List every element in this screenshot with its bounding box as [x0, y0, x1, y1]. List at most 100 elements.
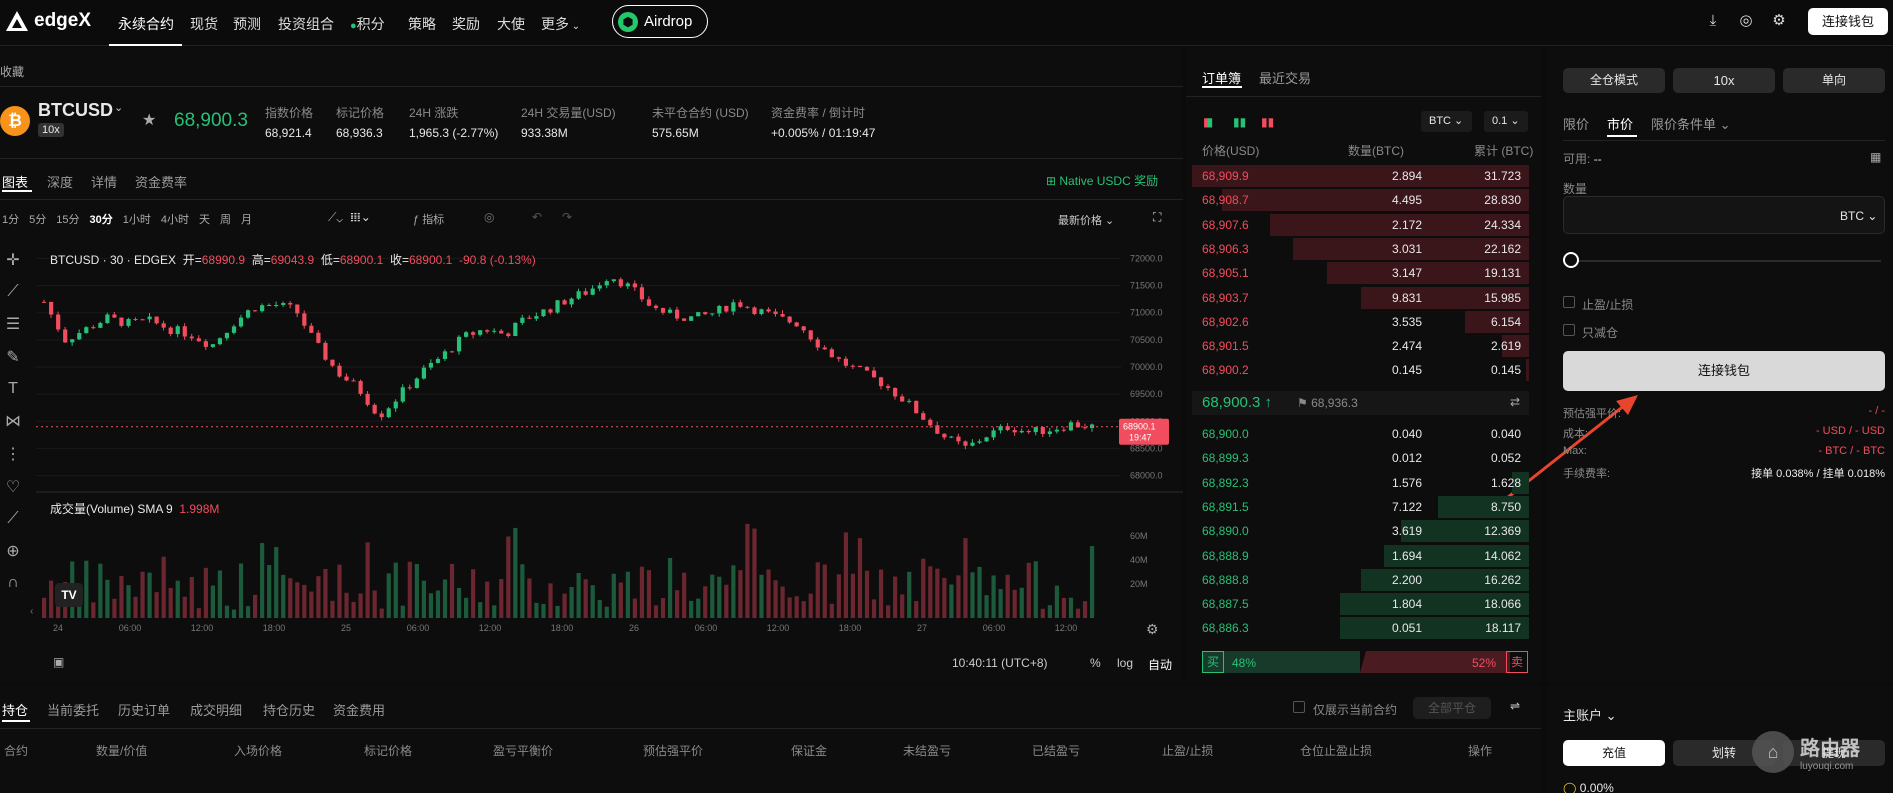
- view-both-icon[interactable]: ▮▮: [1203, 115, 1213, 129]
- connect-wallet-top-button[interactable]: 连接钱包: [1808, 8, 1888, 35]
- position-tab-5[interactable]: 资金费用: [333, 700, 385, 719]
- deposit-button[interactable]: 充值: [1563, 740, 1665, 766]
- timeframe-8[interactable]: 月: [241, 211, 252, 227]
- camera-icon[interactable]: ◎: [484, 210, 494, 224]
- account-selector[interactable]: 主账户 ⌄: [1563, 705, 1617, 724]
- fib-icon[interactable]: ☰: [6, 314, 20, 334]
- chevron-down-icon[interactable]: ⌄: [114, 101, 123, 114]
- qty-input[interactable]: [1563, 196, 1885, 234]
- nav-perpetual[interactable]: 永续合约: [118, 14, 174, 34]
- download-icon[interactable]: ⤓: [1704, 12, 1722, 30]
- ask-row[interactable]: 68,909.9 2.894 31.723: [1192, 164, 1529, 188]
- heart-icon[interactable]: ♡: [6, 477, 20, 497]
- percent-toggle[interactable]: %: [1090, 656, 1101, 670]
- bid-row[interactable]: 68,900.0 0.040 0.040: [1192, 422, 1529, 446]
- ask-row[interactable]: 68,905.1 3.147 19.131: [1192, 261, 1529, 285]
- ask-row[interactable]: 68,900.2 0.145 0.145: [1192, 358, 1529, 382]
- bid-row[interactable]: 68,888.9 1.694 14.062: [1192, 544, 1529, 568]
- favorites-label[interactable]: 收藏: [0, 63, 24, 80]
- ask-row[interactable]: 68,902.6 3.535 6.154: [1192, 310, 1529, 334]
- star-icon[interactable]: ★: [142, 110, 156, 130]
- timeframe-0[interactable]: 1分: [2, 211, 19, 227]
- only-current-checkbox[interactable]: [1293, 701, 1305, 713]
- qty-slider[interactable]: [1571, 260, 1881, 262]
- tab-orderbook[interactable]: 订单簿: [1202, 68, 1241, 87]
- connect-wallet-button[interactable]: 连接钱包: [1563, 351, 1885, 391]
- measure-icon[interactable]: ⋮: [5, 444, 21, 464]
- nav-strategy[interactable]: 策略: [408, 14, 436, 34]
- calculator-icon[interactable]: ▦: [1870, 150, 1881, 164]
- fullscreen-icon[interactable]: ⛶: [1153, 210, 1161, 225]
- position-tab-1[interactable]: 当前委托: [47, 700, 99, 719]
- pattern-icon[interactable]: ⋈: [5, 411, 21, 431]
- leverage-button[interactable]: 10x: [1673, 68, 1775, 93]
- symbol-selector[interactable]: BTCUSD: [38, 100, 113, 121]
- view-asks-icon[interactable]: ▮▮: [1261, 115, 1274, 129]
- bid-row[interactable]: 68,890.0 3.619 12.369: [1192, 519, 1529, 543]
- position-tab-4[interactable]: 持仓历史: [263, 700, 315, 719]
- timeframe-3[interactable]: 30分: [90, 211, 113, 227]
- bid-row[interactable]: 68,891.5 7.122 8.750: [1192, 495, 1529, 519]
- filter-icon[interactable]: ⇌: [1510, 699, 1520, 713]
- undo-icon[interactable]: ↶: [532, 210, 542, 224]
- timeframe-5[interactable]: 4小时: [161, 211, 189, 227]
- ask-row[interactable]: 68,903.7 9.831 15.985: [1192, 286, 1529, 310]
- log-toggle[interactable]: log: [1117, 656, 1133, 670]
- crosshair-icon[interactable]: ✛: [6, 250, 19, 270]
- timeframe-6[interactable]: 天: [199, 211, 210, 227]
- latest-price-select[interactable]: 最新价格 ⌄: [1058, 212, 1114, 228]
- tab-details[interactable]: 详情: [91, 172, 117, 191]
- ask-row[interactable]: 68,901.5 2.474 2.619: [1192, 334, 1529, 358]
- ask-row[interactable]: 68,906.3 3.031 22.162: [1192, 237, 1529, 261]
- bid-row[interactable]: 68,899.3 0.012 0.052: [1192, 446, 1529, 470]
- tab-recent-trades[interactable]: 最近交易: [1259, 68, 1311, 87]
- timeframe-2[interactable]: 15分: [56, 211, 79, 227]
- view-bids-icon[interactable]: ▮▮: [1233, 115, 1246, 129]
- collapse-arrow-icon[interactable]: ‹: [30, 606, 33, 617]
- slider-handle[interactable]: [1563, 252, 1579, 268]
- magnet-icon[interactable]: ∩: [7, 574, 19, 592]
- nav-ambassador[interactable]: 大使: [497, 14, 525, 34]
- bid-row[interactable]: 68,892.3 1.576 1.628: [1192, 471, 1529, 495]
- nav-rewards[interactable]: 奖励: [452, 14, 480, 34]
- order-type-conditional[interactable]: 限价条件单 ⌄: [1651, 114, 1731, 133]
- asset-select[interactable]: BTC ⌄: [1421, 111, 1472, 132]
- ask-row[interactable]: 68,907.6 2.172 24.334: [1192, 213, 1529, 237]
- stat-24h-volume[interactable]: 24H 交易量(USD) 933.38M: [521, 104, 616, 140]
- order-type-limit[interactable]: 限价: [1563, 114, 1589, 133]
- position-tab-0[interactable]: 持仓: [2, 700, 28, 719]
- nav-prediction[interactable]: 预测: [233, 14, 261, 34]
- indicators-button[interactable]: ƒ 指标: [413, 211, 444, 227]
- native-reward-link[interactable]: ⊞ Native USDC 奖励: [1046, 172, 1158, 189]
- chart-settings-icon[interactable]: ⚙: [1146, 621, 1159, 638]
- reduce-only-checkbox[interactable]: [1563, 324, 1575, 336]
- candle-type-icon[interactable]: 𝍖⌄: [350, 210, 371, 224]
- nav-portfolio[interactable]: 投资组合: [278, 14, 334, 34]
- globe-icon[interactable]: ◎: [1737, 12, 1755, 30]
- ruler-icon[interactable]: ⟋: [7, 510, 18, 528]
- timeframe-4[interactable]: 1小时: [123, 211, 151, 227]
- trend-line-icon[interactable]: ⟋: [7, 283, 18, 301]
- order-type-market[interactable]: 市价: [1607, 114, 1633, 133]
- redo-icon[interactable]: ↷: [562, 210, 572, 224]
- tradingview-logo[interactable]: TV: [55, 583, 83, 607]
- step-select[interactable]: 0.1 ⌄: [1484, 111, 1528, 132]
- calendar-icon[interactable]: ▣: [53, 655, 64, 669]
- price-chart[interactable]: 72000.0 71500.0 71000.0 70500.0 70000.0 69500…: [36, 243, 1183, 636]
- nav-more[interactable]: 更多 ⌄: [541, 14, 580, 34]
- bid-row[interactable]: 68,886.3 0.051 18.117: [1192, 616, 1529, 640]
- bid-row[interactable]: 68,887.5 1.804 18.066: [1192, 592, 1529, 616]
- nav-spot[interactable]: 现货: [190, 14, 218, 34]
- tab-chart[interactable]: 图表: [2, 172, 28, 191]
- timeframe-1[interactable]: 5分: [29, 211, 46, 227]
- margin-mode-button[interactable]: 全仓模式: [1563, 68, 1665, 93]
- position-tab-2[interactable]: 历史订单: [118, 700, 170, 719]
- timeframe-7[interactable]: 周: [220, 211, 231, 227]
- tab-funding[interactable]: 资金费率: [135, 172, 187, 191]
- position-tab-3[interactable]: 成交明细: [190, 700, 242, 719]
- bid-row[interactable]: 68,888.8 2.200 16.262: [1192, 568, 1529, 592]
- qty-unit-select[interactable]: BTC ⌄: [1840, 209, 1877, 223]
- ask-row[interactable]: 68,908.7 4.495 28.830: [1192, 188, 1529, 212]
- airdrop-button[interactable]: ⬢ Airdrop: [612, 5, 708, 38]
- auto-toggle[interactable]: 自动: [1148, 656, 1172, 673]
